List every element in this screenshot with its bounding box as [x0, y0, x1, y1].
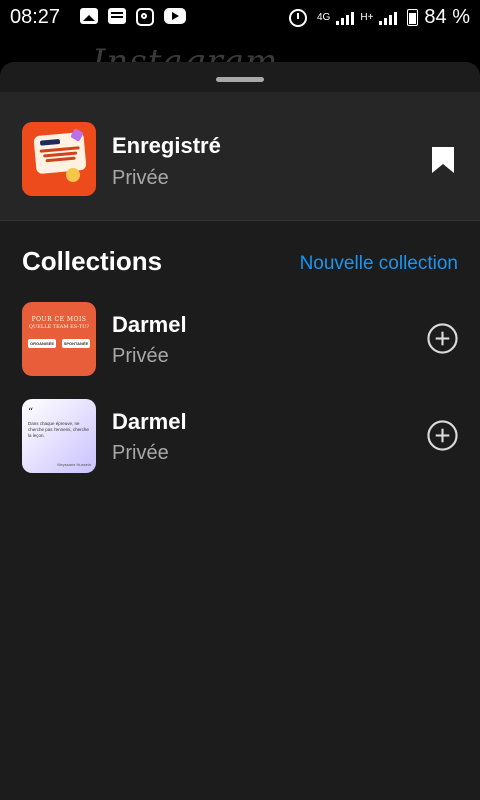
thumbnail-pill: ORGANISÉE	[28, 339, 56, 348]
system-icons: 4G H+ 84 %	[289, 6, 470, 29]
thumbnail-pill: SPONTANÉE	[62, 339, 90, 348]
collection-name: Darmel	[112, 409, 187, 434]
collection-name: Darmel	[112, 312, 187, 337]
network-type-label: 4G	[317, 12, 331, 23]
collection-item[interactable]: POUR CE MOIS QUELLE TEAM ES-TU? ORGANISÉ…	[0, 300, 480, 380]
bookmark-icon[interactable]	[431, 146, 455, 174]
collection-thumbnail: POUR CE MOIS QUELLE TEAM ES-TU? ORGANISÉ…	[22, 302, 96, 376]
collection-item[interactable]: “ Dans chaque épreuve, ne cherche pas l'…	[0, 397, 480, 477]
collection-privacy: Privée	[112, 442, 169, 464]
battery-level: 84 %	[424, 6, 470, 28]
youtube-icon	[164, 8, 186, 24]
collections-heading: Collections	[22, 246, 163, 276]
saved-row[interactable]: Enregistré Privée	[0, 92, 480, 220]
thumbnail-text: Dans chaque épreuve, ne cherche pas l'en…	[28, 421, 89, 438]
alarm-icon	[289, 8, 307, 27]
quote-mark: “	[28, 407, 34, 418]
gallery-icon	[80, 8, 98, 24]
saved-thumbnail	[22, 122, 96, 196]
new-collection-link[interactable]: Nouvelle collection	[300, 253, 458, 275]
thumbnail-text: POUR CE MOIS	[31, 316, 87, 323]
instagram-icon	[136, 8, 154, 26]
thumbnail-text: QUELLE TEAM ES-TU?	[28, 324, 90, 330]
drag-handle[interactable]	[216, 77, 264, 82]
collection-privacy: Privée	[112, 345, 169, 367]
signal-icon-2	[379, 11, 398, 25]
news-icon	[108, 8, 126, 24]
thumbnail-author: Meyssane Hussein	[57, 462, 91, 467]
status-bar: 08:27 4G H+ 84 %	[0, 0, 480, 34]
add-circle-icon[interactable]	[427, 420, 458, 451]
network-type-label-2: H+	[360, 12, 374, 23]
notification-icons	[80, 8, 186, 26]
save-to-collection-sheet: Enregistré Privée Collections Nouvelle c…	[0, 62, 480, 800]
saved-privacy: Privée	[112, 167, 169, 189]
divider	[0, 220, 480, 221]
status-time: 08:27	[10, 6, 61, 28]
saved-title: Enregistré	[112, 133, 221, 158]
collection-thumbnail: “ Dans chaque épreuve, ne cherche pas l'…	[22, 399, 96, 473]
add-circle-icon[interactable]	[427, 323, 458, 354]
signal-icon	[336, 11, 355, 25]
battery-icon	[407, 9, 419, 26]
